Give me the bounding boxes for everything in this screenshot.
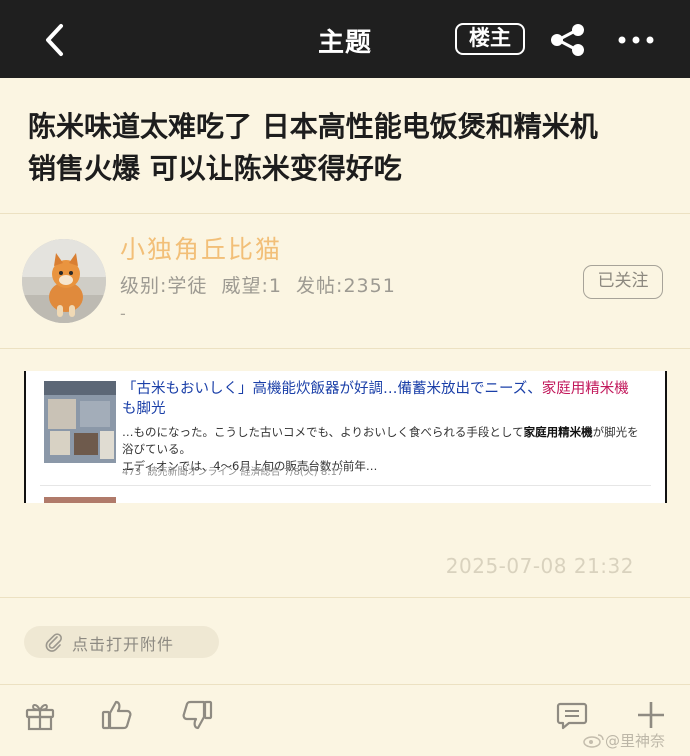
post-timestamp: 2025-07-08 21:32 [445, 554, 634, 578]
back-icon [46, 24, 63, 56]
paperclip-icon [45, 633, 62, 652]
news-meta: 473 読売新聞オンライン 経済総合 7/8(火) 8:17 [122, 467, 344, 478]
divider [0, 597, 690, 598]
add-button[interactable] [634, 698, 668, 732]
top-bar: 主题 楼主 [0, 0, 690, 78]
news-divider [40, 485, 651, 486]
author-name[interactable]: 小独角丘比猫 [120, 230, 282, 266]
attachment-label: 点击打开附件 [72, 635, 175, 654]
embedded-news-image[interactable]: 「古米もおいしく」高機能炊飯器が好調…備蓄米放出でニーズ、家庭用精米機も脚光 …… [24, 371, 667, 503]
divider [0, 348, 690, 349]
cat-avatar-image [22, 239, 106, 323]
thumbs-down-icon [182, 700, 213, 730]
author-signature: - [120, 304, 126, 323]
comment-button[interactable] [555, 698, 589, 732]
plus-icon [638, 702, 664, 728]
like-button[interactable] [100, 698, 134, 732]
gift-icon [25, 704, 55, 731]
weibo-logo-icon [583, 734, 604, 748]
share-icon [551, 24, 584, 56]
watermark: @里神奈 [583, 730, 665, 751]
dislike-button[interactable] [180, 698, 214, 732]
more-icon [618, 36, 654, 44]
divider [0, 684, 690, 685]
share-button[interactable] [548, 22, 588, 58]
post-title-line-1: 陈米味道太难吃了 日本高性能电饭煲和精米机 [28, 110, 598, 143]
watermark-text: @里神奈 [605, 732, 666, 750]
more-options-button[interactable] [614, 26, 658, 54]
thumbs-up-icon [101, 700, 132, 730]
news-thumbnail [44, 381, 116, 463]
comment-icon [556, 702, 588, 730]
news-headline: 「古米もおいしく」高機能炊飯器が好調…備蓄米放出でニーズ、家庭用精米機も脚光 [122, 381, 629, 417]
news-thumbnail-2 [44, 497, 116, 503]
back-button[interactable] [36, 20, 76, 60]
post-page: 主题 楼主 陈米味道太难吃了 日本高性能电饭煲和精米机 销售火爆 可以让陈米变得… [0, 0, 690, 756]
follow-button[interactable]: 已关注 [583, 265, 663, 299]
post-title: 陈米味道太难吃了 日本高性能电饭煲和精米机 销售火爆 可以让陈米变得好吃 [28, 106, 668, 190]
gift-button[interactable] [23, 698, 57, 732]
divider [0, 213, 690, 214]
open-attachment-button[interactable]: 点击打开附件 [24, 626, 219, 658]
author-stats: 级别:学徒 威望:1 发帖:2351 [120, 275, 396, 297]
op-only-toggle[interactable]: 楼主 [455, 23, 525, 55]
avatar[interactable] [22, 239, 106, 323]
post-title-line-2: 销售火爆 可以让陈米变得好吃 [28, 152, 402, 185]
